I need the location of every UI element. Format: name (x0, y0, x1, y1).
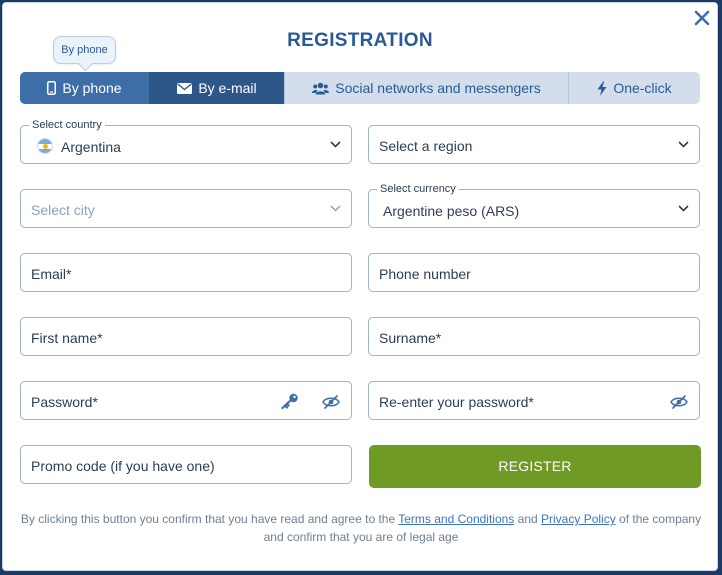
phone-icon (47, 81, 57, 95)
first-name-field[interactable]: First name* (20, 317, 352, 356)
chevron-down-icon (330, 141, 341, 148)
registration-tabs: By phone By e-mail Social networks and m… (20, 72, 700, 104)
chevron-down-icon (678, 205, 689, 212)
email-placeholder: Email* (31, 266, 72, 282)
tab-label: Social networks and messengers (335, 80, 541, 96)
eye-slash-icon[interactable] (670, 395, 688, 409)
password-repeat-field[interactable]: Re-enter your password* (368, 381, 700, 420)
country-label: Select country (29, 119, 105, 131)
disclaimer-text-end: of the company (615, 512, 702, 526)
key-icon[interactable] (281, 393, 299, 409)
tab-by-email[interactable]: By e-mail (150, 72, 285, 104)
privacy-policy-link[interactable]: Privacy Policy (541, 512, 616, 526)
currency-select[interactable]: Select currency Argentine peso (ARS) (368, 183, 700, 228)
phone-field[interactable]: Phone number (368, 253, 700, 292)
close-icon[interactable] (693, 9, 711, 27)
tab-by-phone[interactable]: By phone (20, 72, 150, 104)
legal-disclaimer: By clicking this button you confirm that… (17, 510, 705, 546)
disclaimer-text: By clicking this button you confirm that… (20, 512, 399, 526)
surname-field[interactable]: Surname* (368, 317, 700, 356)
currency-label: Select currency (377, 183, 459, 195)
city-select[interactable]: Select city (20, 189, 352, 228)
first-name-placeholder: First name* (31, 330, 103, 346)
envelope-icon (177, 82, 193, 94)
password-field[interactable]: Password* (20, 381, 352, 420)
surname-placeholder: Surname* (379, 330, 442, 346)
users-icon (312, 82, 330, 94)
currency-value: Argentine peso (ARS) (383, 203, 520, 219)
region-select[interactable]: Select a region (368, 125, 700, 164)
country-value: Argentina (61, 139, 121, 155)
email-field[interactable]: Email* (20, 253, 352, 292)
disclaimer-and: and (514, 512, 542, 526)
terms-link[interactable]: Terms and Conditions (398, 512, 514, 526)
promo-code-field[interactable]: Promo code (if you have one) (20, 445, 352, 484)
country-select[interactable]: Select country Argentina (20, 119, 352, 164)
tab-label: By e-mail (198, 80, 257, 96)
eye-slash-icon[interactable] (322, 395, 340, 409)
tab-label: One-click (613, 80, 672, 96)
register-button[interactable]: REGISTER (369, 445, 701, 488)
tab-one-click[interactable]: One-click (569, 72, 700, 104)
promo-placeholder: Promo code (if you have one) (31, 458, 215, 474)
chevron-down-icon (678, 141, 689, 148)
city-placeholder: Select city (31, 202, 95, 218)
tooltip: By phone (53, 36, 116, 64)
tab-social-networks[interactable]: Social networks and messengers (285, 72, 569, 104)
phone-placeholder: Phone number (379, 266, 471, 282)
password-placeholder: Password* (31, 394, 98, 410)
region-placeholder: Select a region (379, 138, 473, 154)
password-repeat-placeholder: Re-enter your password* (379, 394, 534, 410)
disclaimer-legal-age: and confirm that you are of legal age (263, 530, 459, 544)
lightning-icon (597, 80, 607, 96)
tab-label: By phone (62, 80, 122, 96)
chevron-down-icon (330, 205, 341, 212)
registration-modal: REGISTRATION By phone By phone By e-mail (2, 2, 718, 571)
argentina-flag-icon (37, 138, 53, 154)
